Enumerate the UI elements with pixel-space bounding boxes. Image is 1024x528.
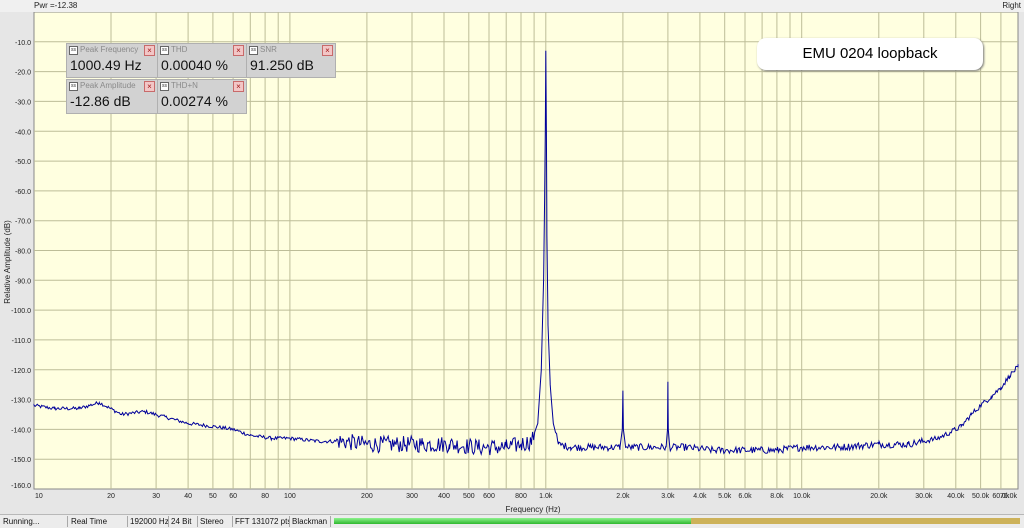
y-tick-label: -150.0 — [11, 457, 31, 464]
meter-title: Peak Frequency — [80, 45, 139, 54]
y-tick-label: -110.0 — [12, 338, 31, 345]
x-tick-label: 50.0k — [972, 493, 990, 500]
x-tick-label: 10 — [35, 493, 43, 500]
y-tick-label: -20.0 — [15, 70, 31, 77]
x-tick-label: 40 — [184, 493, 192, 500]
y-tick-label: -100.0 — [11, 308, 31, 315]
status-state: Running... — [0, 516, 68, 527]
x-tick-label: 800 — [515, 493, 527, 500]
meter-value: 0.00274 % — [161, 93, 228, 109]
x-tick-label: 100 — [284, 493, 296, 500]
meter-title: THD+N — [171, 81, 198, 90]
meter-icon: ss — [160, 82, 169, 91]
x-tick-label: 70.0k — [1000, 493, 1018, 500]
meter-value: -12.86 dB — [70, 93, 131, 109]
y-tick-label: -70.0 — [15, 219, 31, 226]
x-tick-label: 60 — [229, 493, 237, 500]
x-tick-label: 40.0k — [947, 493, 965, 500]
meter-icon: ss — [69, 46, 78, 55]
meter-title: THD — [171, 45, 188, 54]
meter-icon: ss — [249, 46, 258, 55]
channel-label: Right — [1002, 1, 1021, 10]
y-tick-label: -60.0 — [15, 189, 31, 196]
x-tick-label: 6.0k — [738, 493, 752, 500]
x-tick-label: 300 — [406, 493, 418, 500]
x-tick-label: 1.0k — [539, 493, 553, 500]
y-tick-label: -130.0 — [11, 398, 31, 405]
y-tick-label: -120.0 — [11, 368, 31, 375]
x-tick-label: 3.0k — [661, 493, 675, 500]
x-tick-label: 5.0k — [718, 493, 732, 500]
status-mode[interactable]: Real Time — [68, 516, 128, 527]
meter-title: SNR — [260, 45, 277, 54]
y-tick-label: -50.0 — [15, 159, 31, 166]
x-tick-label: 400 — [438, 493, 450, 500]
x-tick-label: 50 — [209, 493, 217, 500]
status-sample-rate[interactable]: 192000 Hz — [127, 516, 169, 527]
thd-meter[interactable]: ss THD × 0.00040 % — [157, 43, 247, 78]
status-fft-size[interactable]: FFT 131072 pts — [232, 516, 290, 527]
status-channels[interactable]: Stereo — [197, 516, 233, 527]
close-icon[interactable]: × — [144, 81, 155, 92]
level-meter-fill — [334, 518, 691, 524]
x-tick-label: 2.0k — [616, 493, 630, 500]
annotation-title-box[interactable]: EMU 0204 loopback — [757, 38, 983, 70]
y-tick-label: -160.0 — [11, 483, 31, 490]
x-tick-label: 30.0k — [915, 493, 933, 500]
meter-title: Peak Amplitude — [80, 81, 136, 90]
y-tick-label: -80.0 — [15, 249, 31, 256]
snr-meter[interactable]: ss SNR × 91.250 dB — [246, 43, 336, 78]
status-window-function[interactable]: Blackman — [289, 516, 331, 527]
x-tick-label: 10.0k — [793, 493, 811, 500]
y-tick-label: -10.0 — [15, 40, 31, 47]
power-readout: Pwr =-12.38 — [34, 1, 78, 10]
x-tick-label: 4.0k — [693, 493, 707, 500]
close-icon[interactable]: × — [233, 81, 244, 92]
close-icon[interactable]: × — [322, 45, 333, 56]
meter-value: 1000.49 Hz — [70, 57, 142, 73]
close-icon[interactable]: × — [144, 45, 155, 56]
y-tick-label: -40.0 — [15, 129, 31, 136]
peak-amplitude-meter[interactable]: ss Peak Amplitude × -12.86 dB — [66, 79, 158, 114]
x-tick-label: 80 — [261, 493, 269, 500]
level-meter — [334, 518, 1020, 524]
meter-value: 0.00040 % — [161, 57, 228, 73]
status-bar: Running... Real Time 192000 Hz 24 Bit St… — [0, 514, 1024, 528]
x-tick-label: 20 — [107, 493, 115, 500]
y-tick-label: -140.0 — [11, 427, 31, 434]
x-tick-label: 30 — [152, 493, 160, 500]
meter-icon: ss — [69, 82, 78, 91]
x-tick-label: 500 — [463, 493, 475, 500]
y-tick-label: -90.0 — [15, 278, 31, 285]
y-axis-label: Relative Amplitude (dB) — [3, 220, 12, 304]
thd-n-meter[interactable]: ss THD+N × 0.00274 % — [157, 79, 247, 114]
meter-value: 91.250 dB — [250, 57, 314, 73]
x-tick-label: 20.0k — [870, 493, 888, 500]
close-icon[interactable]: × — [233, 45, 244, 56]
peak-frequency-meter[interactable]: ss Peak Frequency × 1000.49 Hz — [66, 43, 158, 78]
y-tick-label: -30.0 — [15, 99, 31, 106]
x-axis-label: Frequency (Hz) — [505, 505, 560, 514]
x-tick-label: 600 — [483, 493, 495, 500]
status-bit-depth[interactable]: 24 Bit — [168, 516, 198, 527]
x-tick-label: 8.0k — [770, 493, 784, 500]
level-meter-remainder — [690, 518, 1020, 524]
meter-icon: ss — [160, 46, 169, 55]
x-tick-label: 200 — [361, 493, 373, 500]
